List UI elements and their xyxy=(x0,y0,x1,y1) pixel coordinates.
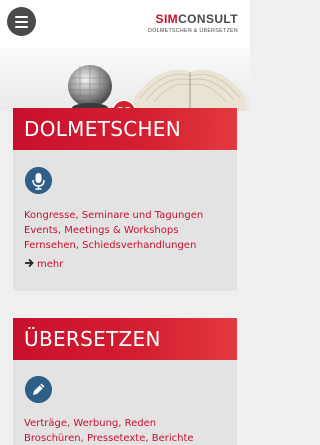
top-bar: SIMCONSULT DOLMETSCHEN & ÜBERSETZEN xyxy=(0,0,250,48)
logo-wordmark: SIMCONSULT xyxy=(148,13,238,26)
more-link-label: mehr xyxy=(37,259,64,270)
logo-tagline: DOLMETSCHEN & ÜBERSETZEN xyxy=(148,28,238,34)
hero-banner: SC xyxy=(0,48,250,111)
uebersetzen-heading[interactable]: ÜBERSETZEN xyxy=(13,318,237,360)
more-link[interactable]: mehr xyxy=(24,257,63,272)
uebersetzen-card: ÜBERSETZEN Verträge, Werbung, Reden Bros… xyxy=(13,318,237,445)
dolmetschen-list: Kongresse, Seminare und Tagungen Events,… xyxy=(24,208,203,253)
hamburger-menu-icon-line xyxy=(15,21,28,23)
list-item[interactable]: Broschüren, Pressetexte, Berichte xyxy=(24,431,194,445)
hamburger-menu-icon-line xyxy=(15,26,28,28)
list-item[interactable]: Verträge, Werbung, Reden xyxy=(24,416,194,431)
dolmetschen-heading[interactable]: DOLMETSCHEN xyxy=(13,108,237,150)
pencil-icon xyxy=(25,376,52,403)
list-item[interactable]: Events, Meetings & Workshops xyxy=(24,223,203,238)
logo-prefix: SIM xyxy=(155,12,179,26)
book-image xyxy=(134,69,246,111)
arrow-right-icon xyxy=(25,258,34,268)
site-logo[interactable]: SIMCONSULT DOLMETSCHEN & ÜBERSETZEN xyxy=(148,13,238,35)
hamburger-menu-button[interactable] xyxy=(7,7,36,36)
hamburger-menu-icon xyxy=(15,16,28,18)
dolmetschen-card: DOLMETSCHEN Kongresse, Seminare und Tagu… xyxy=(13,108,237,291)
logo-suffix: CONSULT xyxy=(178,12,238,26)
microphone-icon xyxy=(25,167,52,194)
list-item[interactable]: Fernsehen, Schiedsverhandlungen xyxy=(24,238,203,253)
list-item[interactable]: Kongresse, Seminare und Tagungen xyxy=(24,208,203,223)
uebersetzen-list: Verträge, Werbung, Reden Broschüren, Pre… xyxy=(24,416,194,445)
